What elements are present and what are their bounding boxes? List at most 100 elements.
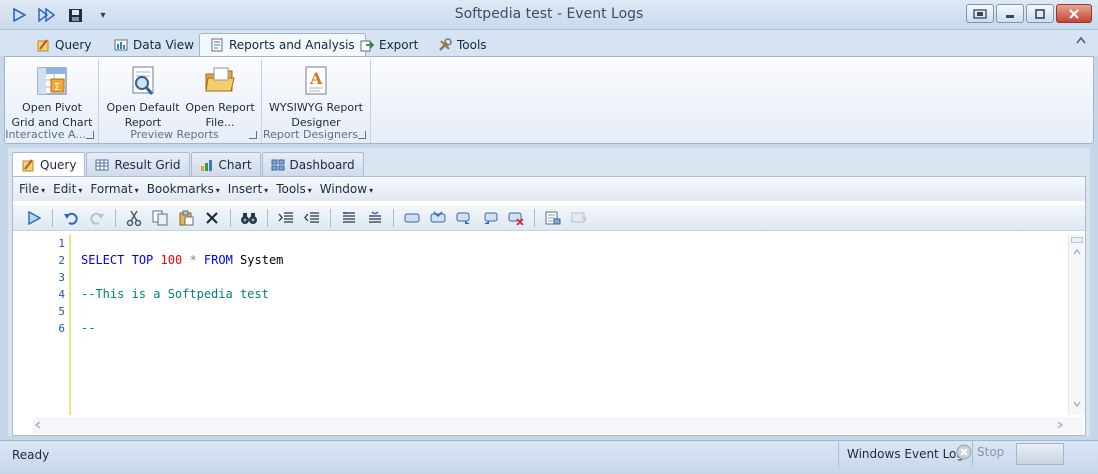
toggle-bookmark-icon[interactable] [427, 207, 449, 229]
menu-tools[interactable]: Tools ▾ [276, 182, 312, 196]
line-number: 3 [58, 271, 65, 284]
minimize-button[interactable] [996, 4, 1024, 23]
ribbon-collapse-icon[interactable] [1076, 36, 1086, 47]
uncomment-lines-icon[interactable] [364, 207, 386, 229]
undo-icon[interactable] [60, 207, 82, 229]
clear-bookmarks-icon[interactable] [505, 207, 527, 229]
query-pencil-icon [22, 158, 34, 171]
doc-tab-chart-label: Chart [218, 157, 252, 172]
toolbar-separator [330, 208, 331, 227]
doc-tab-result-grid[interactable]: Result Grid [86, 152, 190, 176]
ribbon-group-interactive-analysis: Σ Open Pivot Grid and Chart Interactive … [5, 59, 99, 143]
chart-icon [200, 159, 212, 171]
report-icon [211, 38, 223, 52]
paste-icon[interactable] [175, 207, 197, 229]
title-bar: ▾ Softpedia test - Event Logs [0, 0, 1098, 30]
line-number-gutter: 1 2 3 4 5 6 [17, 235, 65, 415]
open-default-label-1: Open Default [106, 101, 180, 114]
indent-icon[interactable] [275, 207, 297, 229]
previous-bookmark-icon[interactable] [479, 207, 501, 229]
menu-insert[interactable]: Insert ▾ [228, 182, 268, 196]
open-pivot-grid-button[interactable]: Σ Open Pivot Grid and Chart [9, 63, 95, 129]
open-report-file-label-1: Open Report [185, 101, 255, 114]
folder-open-icon [202, 63, 238, 99]
tab-export-label: Export [379, 37, 419, 52]
ribbon-tab-strip: Query Data View Reports and Analysis Exp… [0, 30, 1098, 56]
tab-export[interactable]: Export [350, 33, 428, 56]
tab-tools-label: Tools [457, 37, 487, 52]
tab-reports-and-analysis[interactable]: Reports and Analysis [199, 33, 366, 56]
next-bookmark-icon[interactable] [453, 207, 475, 229]
tools-icon [439, 37, 452, 51]
menu-format[interactable]: Format ▾ [90, 182, 138, 196]
editor-toolbar [13, 205, 1085, 231]
maximize-button[interactable] [1026, 4, 1054, 23]
scroll-left-icon[interactable] [35, 421, 41, 429]
toolbar-separator [115, 208, 116, 227]
line-number: 6 [58, 322, 65, 335]
window-controls [966, 4, 1092, 23]
menu-bookmarks[interactable]: Bookmarks ▾ [147, 182, 220, 196]
ribbon-group-label: Report Designers [263, 128, 358, 141]
line-number: 5 [58, 305, 65, 318]
properties-icon[interactable] [542, 207, 564, 229]
dialog-launcher-icon[interactable] [86, 131, 94, 139]
doc-tab-query-label: Query [40, 157, 77, 172]
redo-icon[interactable] [86, 207, 108, 229]
disabled-tool-icon[interactable] [568, 207, 590, 229]
menu-edit[interactable]: Edit ▾ [53, 182, 82, 196]
ribbon-group-report-designers: A WYSIWYG Report Designer Report Designe… [263, 59, 371, 143]
find-binoculars-icon[interactable] [238, 207, 260, 229]
dialog-launcher-icon[interactable] [249, 131, 257, 139]
close-button[interactable] [1056, 4, 1092, 23]
toolbar-separator [393, 208, 394, 227]
outdent-icon[interactable] [301, 207, 323, 229]
tab-data-view[interactable]: Data View [104, 33, 204, 56]
scroll-thumb[interactable] [1071, 237, 1083, 243]
copy-icon[interactable] [149, 207, 171, 229]
window-title: Softpedia test - Event Logs [454, 6, 644, 22]
code-line-6: -- [81, 321, 96, 335]
svg-text:Σ: Σ [54, 82, 60, 93]
status-log-source: Windows Event Log [838, 441, 974, 467]
doc-tab-dashboard[interactable]: Dashboard [261, 152, 364, 176]
open-report-file-button[interactable]: Open Report File... [182, 63, 258, 129]
horizontal-scrollbar[interactable] [33, 417, 1083, 433]
scroll-up-icon[interactable] [1073, 249, 1081, 255]
stop-button[interactable]: Stop [956, 444, 1004, 460]
document-area: Query Result Grid Chart Dashboard File ▾ … [8, 148, 1090, 436]
doc-tab-query[interactable]: Query [12, 152, 86, 176]
comment-lines-icon[interactable] [338, 207, 360, 229]
tab-tools[interactable]: Tools [428, 33, 497, 56]
ribbon-panel: Σ Open Pivot Grid and Chart Interactive … [4, 56, 1094, 144]
open-pivot-label-1: Open Pivot [22, 101, 82, 114]
code-line-2: SELECT TOP 100 * FROM System [81, 253, 284, 267]
scroll-right-icon[interactable] [1057, 421, 1063, 429]
status-bar: Ready Windows Event Log Stop [0, 440, 1098, 474]
toolbar-separator [534, 208, 535, 227]
tab-data-view-label: Data View [133, 37, 194, 52]
restore-tray-button[interactable] [966, 4, 994, 23]
report-designer-icon: A [298, 63, 334, 99]
sql-editor[interactable]: 1 2 3 4 5 6 SELECT TOP 100 * FROM System… [17, 235, 1085, 415]
run-icon[interactable] [23, 207, 45, 229]
line-number: 2 [58, 254, 65, 267]
open-default-report-button[interactable]: Open Default Report [104, 63, 182, 129]
tab-query[interactable]: Query [26, 33, 101, 56]
line-number: 1 [58, 237, 65, 250]
dialog-launcher-icon[interactable] [358, 131, 366, 139]
delete-icon[interactable] [201, 207, 223, 229]
bookmark-icon[interactable] [401, 207, 423, 229]
vertical-scrollbar[interactable] [1068, 235, 1085, 415]
scroll-down-icon[interactable] [1073, 401, 1081, 407]
doc-tab-chart[interactable]: Chart [190, 152, 261, 176]
wysiwyg-report-designer-button[interactable]: A WYSIWYG Report Designer [267, 63, 365, 129]
document-tab-strip: Query Result Grid Chart Dashboard [12, 152, 365, 176]
stop-label: Stop [977, 445, 1005, 459]
cut-icon[interactable] [123, 207, 145, 229]
menu-window[interactable]: Window ▾ [320, 182, 373, 196]
menu-file[interactable]: File ▾ [19, 182, 45, 196]
query-pencil-icon [37, 38, 49, 51]
svg-text:A: A [309, 69, 323, 88]
toolbar-separator [52, 208, 53, 227]
